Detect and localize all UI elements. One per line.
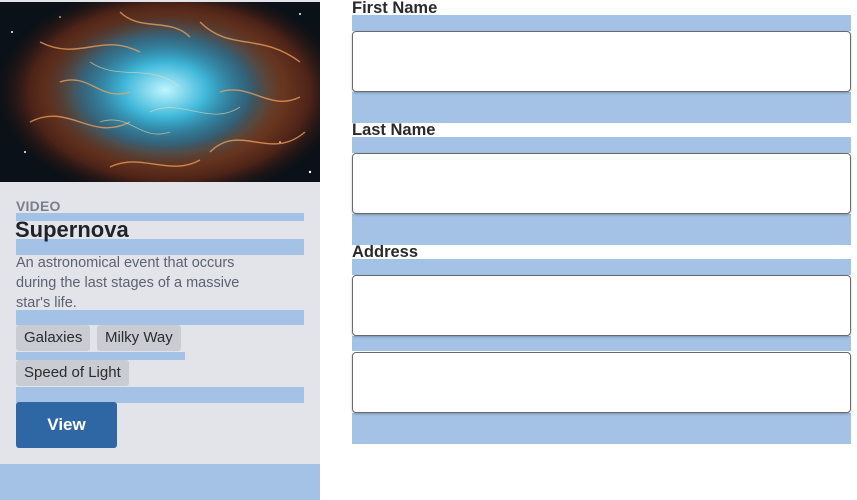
crab-nebula-image (0, 2, 320, 182)
address-line1-field[interactable] (352, 275, 851, 336)
first-name-field[interactable] (352, 31, 851, 92)
address-label: Address (352, 243, 419, 261)
content-card: VIDEO Supernova An astronomical event th… (0, 0, 320, 500)
highlight-bar (352, 92, 851, 123)
highlight-bar (0, 464, 320, 500)
highlight-bar (16, 352, 185, 360)
view-button[interactable]: View (16, 402, 117, 448)
card-description: An astronomical event that occurs during… (16, 255, 240, 311)
highlight-bar (352, 336, 851, 351)
card-type-label: VIDEO (16, 198, 61, 214)
last-name-field[interactable] (352, 153, 851, 214)
highlight-bar (16, 387, 304, 403)
highlight-bar (352, 214, 851, 245)
first-name-label: First Name (352, 0, 438, 17)
highlight-bar (352, 413, 851, 444)
card-title: Supernova (15, 217, 129, 242)
highlight-bar (352, 259, 851, 275)
address-line2-field[interactable] (352, 352, 851, 413)
tag-speed-of-light[interactable]: Speed of Light (16, 360, 129, 386)
last-name-label: Last Name (352, 121, 436, 139)
tag-milky-way[interactable]: Milky Way (97, 325, 181, 351)
tag-galaxies[interactable]: Galaxies (16, 325, 91, 351)
